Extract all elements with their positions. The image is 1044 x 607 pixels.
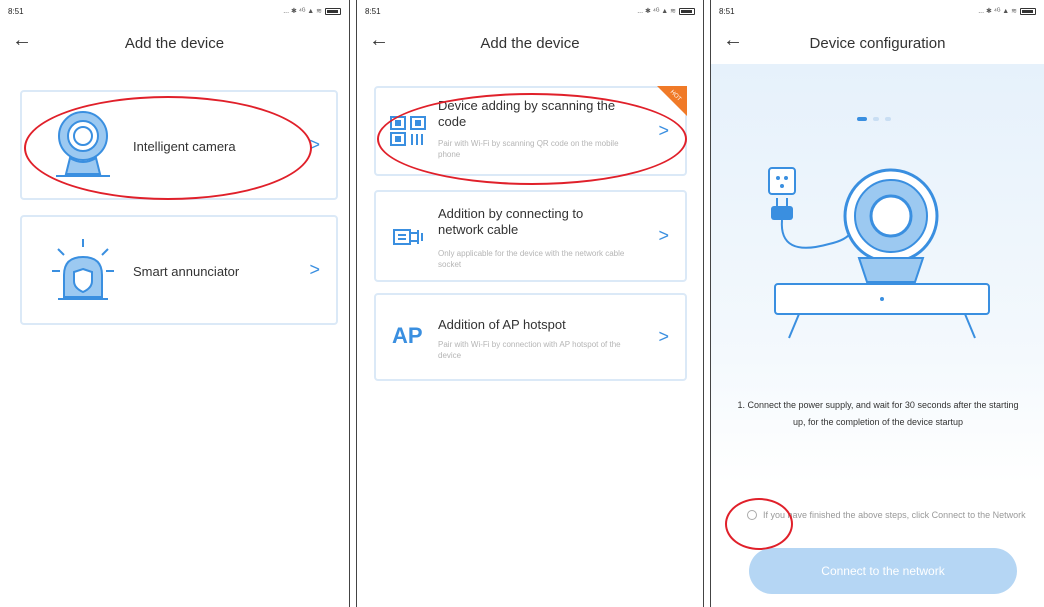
connect-to-network-button[interactable]: Connect to the network <box>749 548 1017 594</box>
status-icons: ... ✱ ⁴ᴳ ▲ ≋ <box>978 7 1036 15</box>
method-title: Addition of AP hotspot <box>438 317 566 332</box>
method-description: Pair with Wi-Fi by connection with AP ho… <box>438 340 621 360</box>
ap-hotspot-icon: AP <box>392 323 423 348</box>
back-arrow-icon[interactable]: ← <box>723 30 743 50</box>
status-bar: 8:51 ... ✱ ⁴ᴳ ▲ ≋ <box>711 0 1044 22</box>
confirm-steps-row[interactable]: If you have finished the above steps, cl… <box>747 509 1037 521</box>
signal-icons: ... ✱ ⁴ᴳ ▲ ≋ <box>978 8 1017 15</box>
chevron-right-icon: > <box>658 120 669 141</box>
device-type-smart-annunciator[interactable]: Smart annunciator > <box>20 215 338 325</box>
confirm-steps-label: If you have finished the above steps, cl… <box>763 510 1026 520</box>
status-time: 8:51 <box>8 6 24 16</box>
method-description: Only applicable for the device with the … <box>438 249 625 269</box>
page-title: Device configuration <box>809 34 946 52</box>
signal-icons: ... ✱ ⁴ᴳ ▲ ≋ <box>637 8 676 15</box>
qr-code-icon <box>390 116 426 146</box>
battery-icon <box>325 7 341 15</box>
chevron-right-icon: > <box>309 259 320 280</box>
status-icons: ... ✱ ⁴ᴳ ▲ ≋ <box>637 7 695 15</box>
battery-icon <box>1020 7 1036 15</box>
card-label: Smart annunciator <box>133 264 240 279</box>
page-title: Add the device <box>480 34 580 52</box>
method-network-cable[interactable]: Addition by connecting to network cable … <box>374 190 687 282</box>
page-title: Add the device <box>124 34 225 52</box>
page-indicator-dot <box>873 117 879 121</box>
method-ap-hotspot[interactable]: AP Addition of AP hotspot Pair with Wi-F… <box>374 293 687 381</box>
method-title: Addition by connecting to network cable <box>438 206 584 237</box>
app-bar: ← Device configuration <box>711 22 1044 64</box>
status-bar: 8:51 ... ✱ ⁴ᴳ ▲ ≋ <box>357 0 703 22</box>
page-indicator <box>857 117 891 121</box>
method-title: Device adding by scanning the code <box>438 98 616 129</box>
app-bar: ← Add the device <box>357 22 703 64</box>
status-time: 8:51 <box>365 6 381 16</box>
back-arrow-icon[interactable]: ← <box>369 30 389 50</box>
setup-step-instruction: 1. Connect the power supply, and wait fo… <box>737 400 1019 427</box>
battery-icon <box>679 7 695 15</box>
siren-alarm-icon <box>52 239 114 300</box>
page-indicator-dot-active <box>857 117 867 121</box>
chevron-right-icon: > <box>309 134 320 155</box>
camera-icon <box>56 111 110 177</box>
card-label: Intelligent camera <box>133 139 236 154</box>
annotation-ellipse <box>725 498 793 550</box>
chevron-right-icon: > <box>658 326 669 347</box>
confirm-steps-radio[interactable] <box>747 510 757 520</box>
phone-screen-device-configuration: 8:51 ... ✱ ⁴ᴳ ▲ ≋ ← Device configuration… <box>710 0 1044 607</box>
status-icons: ... ✱ ⁴ᴳ ▲ ≋ <box>283 7 341 15</box>
method-description: Pair with Wi-Fi by scanning QR code on t… <box>438 139 619 159</box>
method-scan-code[interactable]: Device adding by scanning the code Pair … <box>374 86 687 176</box>
signal-icons: ... ✱ ⁴ᴳ ▲ ≋ <box>283 8 322 15</box>
back-arrow-icon[interactable]: ← <box>12 30 32 50</box>
chevron-right-icon: > <box>658 225 669 246</box>
status-bar: 8:51 ... ✱ ⁴ᴳ ▲ ≋ <box>0 0 349 22</box>
camera-setup-illustration <box>768 167 990 339</box>
phone-screen-add-method: 8:51 ... ✱ ⁴ᴳ ▲ ≋ ← Add the device Devic… <box>356 0 704 607</box>
app-bar: ← Add the device <box>0 22 349 64</box>
device-type-intelligent-camera[interactable]: Intelligent camera > <box>20 90 338 200</box>
phone-screen-add-device: 8:51 ... ✱ ⁴ᴳ ▲ ≋ ← Add the device Intel… <box>0 0 350 607</box>
page-indicator-dot <box>885 117 891 121</box>
ethernet-cable-icon <box>393 229 423 245</box>
status-time: 8:51 <box>719 6 735 16</box>
